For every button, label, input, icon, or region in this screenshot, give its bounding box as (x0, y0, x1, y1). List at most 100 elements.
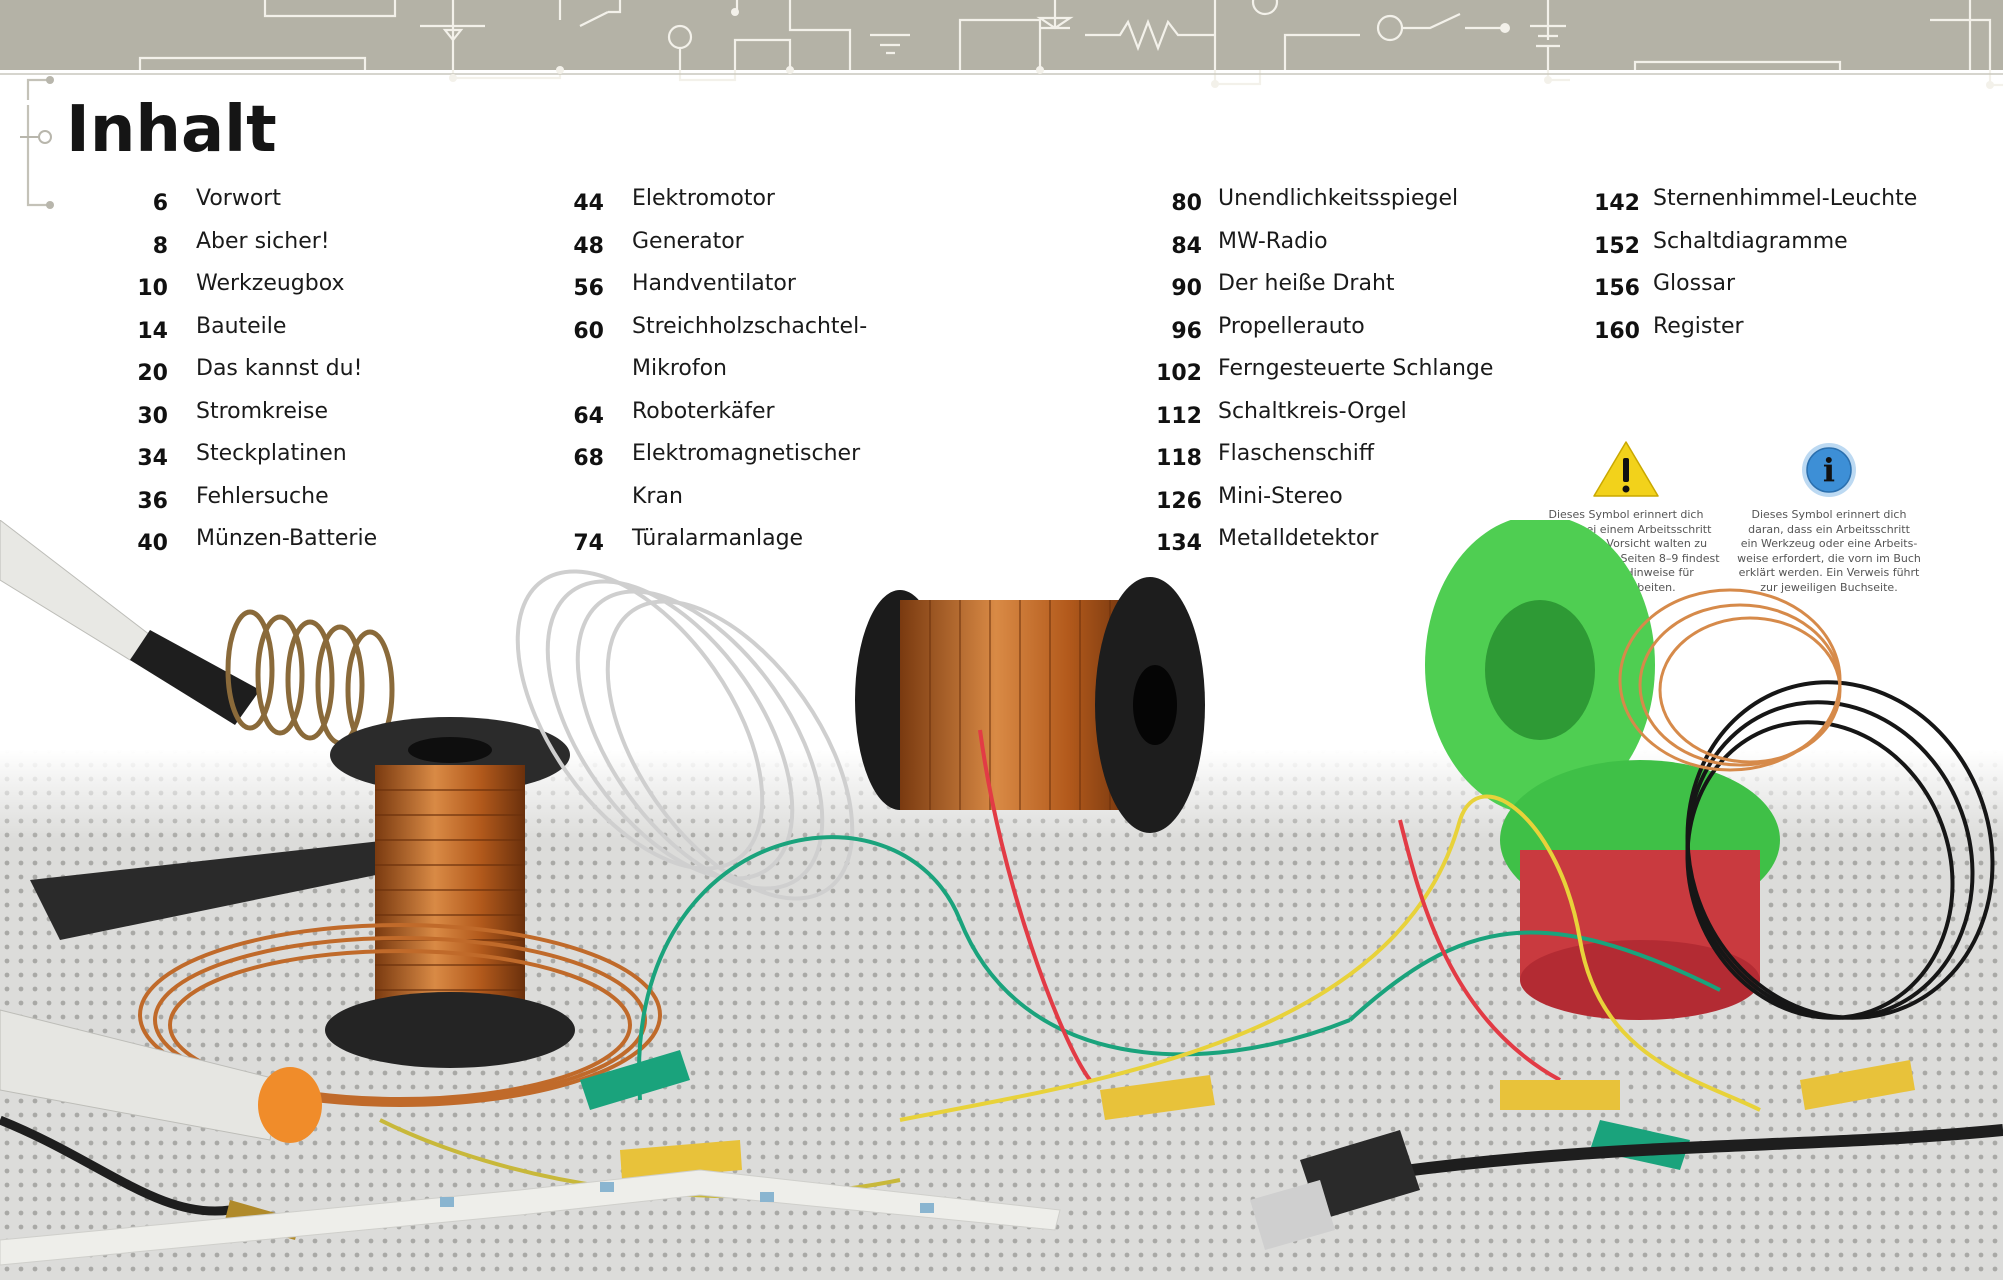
toc-page-number: 96 (1171, 318, 1202, 344)
toc-page-number: 142 (1594, 191, 1640, 216)
toc-page-number: 30 (137, 403, 168, 429)
toc-title-line: Register (1653, 313, 1744, 339)
svg-text:i: i (1823, 451, 1835, 489)
toc-page-number: 14 (137, 318, 168, 344)
toc-entry[interactable]: 34 Steckplatinen (128, 441, 377, 486)
toc-entry[interactable]: 152 Schaltdiagramme (1590, 229, 1917, 274)
toc-page-number: 10 (137, 276, 168, 301)
toc-entry-title: Register (1653, 311, 1744, 354)
toc-title-line: Kran (632, 483, 683, 509)
toc-title-line: Das kannst du! (196, 356, 363, 381)
toc-entry-title: Generator (632, 226, 744, 269)
toc-page-number: 84 (1171, 233, 1202, 259)
toc-page-number: 20 (137, 361, 168, 386)
toc-entry[interactable]: 10 Werkzeugbox (128, 271, 377, 316)
toc-page-number: 126 (1156, 488, 1202, 514)
toc-entry[interactable]: 80 Unendlichkeitsspiegel (1150, 186, 1493, 231)
page-title: Inhalt (66, 93, 277, 167)
toc-entry[interactable]: 142 Sternenhimmel-Leuchte (1590, 186, 1917, 231)
toc-page-number: 34 (137, 446, 168, 471)
toc-page-number: 102 (1156, 361, 1202, 386)
toc-entry-title: Roboterkäfer (632, 396, 775, 439)
toc-page-number: 60 (573, 318, 604, 344)
toc-title-line: Stromkreise (196, 398, 328, 424)
toc-entry[interactable]: 8 Aber sicher! (128, 229, 377, 274)
toc-entry[interactable]: 68 Elektromagnetischer Kran (566, 441, 867, 528)
toc-title-line: Roboterkäfer (632, 398, 775, 424)
toc-title-line: Flaschenschiff (1218, 441, 1374, 466)
toc-title-line: Steckplatinen (196, 441, 347, 466)
toc-page-number: 80 (1171, 191, 1202, 216)
toc-entry[interactable]: 44 Elektromotor (566, 186, 867, 231)
toc-entry-title: Handventilator (632, 268, 796, 311)
info-circle-icon: i (1802, 443, 1856, 497)
toc-page-number: 156 (1594, 276, 1640, 301)
toc-title-line: Schaltkreis-Orgel (1218, 398, 1407, 424)
toc-entry[interactable]: 6 Vorwort (128, 186, 377, 231)
warning-triangle-icon (1593, 441, 1659, 497)
toc-title-line: Unendlichkeitsspiegel (1218, 186, 1459, 211)
toc-title-line: Der heiße Draht (1218, 271, 1395, 296)
toc-page-number: 90 (1171, 276, 1202, 301)
toc-entry-title: Schaltdiagramme (1653, 226, 1848, 269)
toc-title-line: Glossar (1653, 271, 1736, 296)
toc-title-line: Werkzeugbox (196, 271, 345, 296)
toc-entry[interactable]: 64 Roboterkäfer (566, 399, 867, 444)
toc-entry[interactable]: 30 Stromkreise (128, 399, 377, 444)
toc-entry-title: Aber sicher! (196, 226, 330, 269)
toc-title-line: Fehlersuche (196, 483, 329, 509)
toc-entry[interactable]: 96 Propellerauto (1150, 314, 1493, 359)
toc-entry[interactable]: 160 Register (1590, 314, 1917, 359)
toc-entry-title: Flaschenschiff (1218, 438, 1374, 481)
toc-column-4: 142 Sternenhimmel-Leuchte 152 Schaltdiag… (1590, 186, 1917, 359)
toc-entry[interactable]: 56 Handventilator (566, 271, 867, 316)
toc-entry[interactable]: 14 Bauteile (128, 314, 377, 359)
toc-title-line: Ferngesteuerte Schlange (1218, 356, 1494, 381)
toc-entry[interactable]: 60 Streichholzschachtel- Mikrofon (566, 314, 867, 401)
toc-page-number: 56 (573, 276, 604, 301)
toc-title-line: Elektromotor (632, 186, 775, 211)
toc-column-3: 80 Unendlichkeitsspiegel 84 MW-Radio 90 … (1150, 186, 1493, 571)
toc-entry[interactable]: 20 Das kannst du! (128, 356, 377, 401)
toc-entry-title: Stromkreise (196, 396, 328, 439)
toc-entry[interactable]: 118 Flaschenschiff (1150, 441, 1493, 486)
toc-entry-title: Propellerauto (1218, 311, 1365, 354)
toc-entry[interactable]: 48 Generator (566, 229, 867, 274)
toc-title-line: Generator (632, 228, 744, 254)
toc-page-number: 152 (1594, 233, 1640, 259)
toc-page-number: 64 (573, 403, 604, 429)
toc-entry-title: Elektromotor (632, 183, 775, 226)
toc-title-line: Mini-Stereo (1218, 483, 1343, 509)
toc-entry[interactable]: 156 Glossar (1590, 271, 1917, 316)
toc-page-number: 68 (573, 446, 604, 471)
toc-title-line: Mikrofon (632, 356, 728, 381)
toc-entry-title: Steckplatinen (196, 438, 347, 481)
toc-column-2: 44 Elektromotor 48 Generator 56 Handvent… (566, 186, 867, 571)
toc-entry[interactable]: 84 MW-Radio (1150, 229, 1493, 274)
toc-column-1: 6 Vorwort 8 Aber sicher! 10 Werkzeugbox … (128, 186, 377, 571)
toc-entry-title: Der heiße Draht (1218, 268, 1395, 311)
toc-title-line: Sternenhimmel-Leuchte (1653, 186, 1918, 211)
toc-page-number: 112 (1156, 403, 1202, 429)
toc-entry-title: Elektromagnetischer Kran (632, 438, 860, 523)
toc-title-line: MW-Radio (1218, 228, 1328, 254)
toc-entry-title: Schaltkreis-Orgel (1218, 396, 1407, 439)
toc-entry-title: Das kannst du! (196, 353, 362, 396)
toc-entry[interactable]: 90 Der heiße Draht (1150, 271, 1493, 316)
toc-entry[interactable]: 102 Ferngesteuerte Schlange (1150, 356, 1493, 401)
toc-entry-title: MW-Radio (1218, 226, 1328, 269)
toc-entry-title: Vorwort (196, 183, 281, 226)
toc-entry-title: Bauteile (196, 311, 286, 354)
toc-page-number: 8 (152, 233, 168, 259)
electronics-photo (0, 520, 2003, 1280)
toc-title-line: Bauteile (196, 313, 287, 339)
toc-title-line: Vorwort (196, 186, 281, 211)
toc-entry-title: Glossar (1653, 268, 1735, 311)
toc-entry-title: Unendlichkeitsspiegel (1218, 183, 1458, 226)
toc-page-number: 36 (137, 488, 168, 514)
toc-entry[interactable]: 112 Schaltkreis-Orgel (1150, 399, 1493, 444)
toc-entry-title: Streichholzschachtel- Mikrofon (632, 311, 867, 396)
toc-title-line: Streichholzschachtel- (632, 313, 868, 339)
toc-entry-title: Sternenhimmel-Leuchte (1653, 183, 1917, 226)
toc-title-line: Aber sicher! (196, 228, 330, 254)
